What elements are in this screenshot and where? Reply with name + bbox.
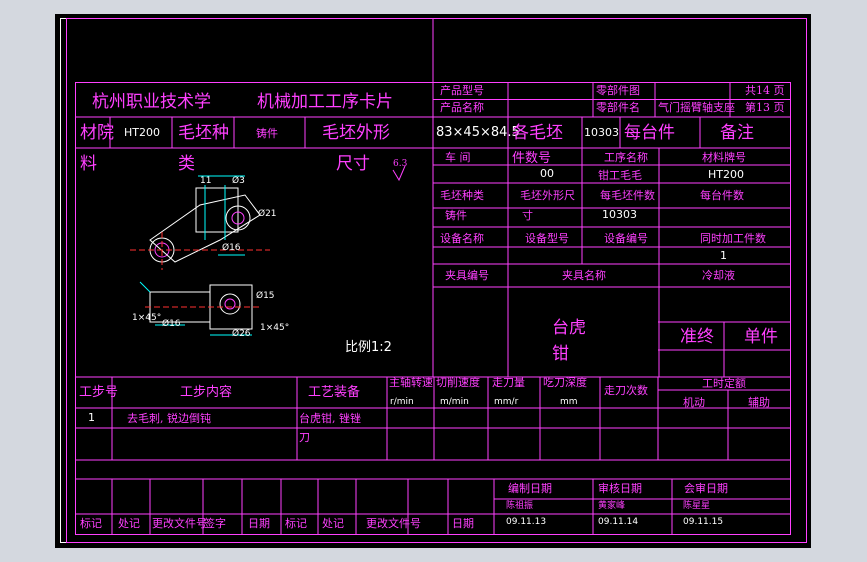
blank-type-label: 毛坯种 [178,123,229,143]
fixture-value-1: 台虎 [552,318,586,338]
step-no-header: 工步号 [79,385,119,400]
passes-header: 走刀次数 [604,384,648,397]
liao-label: 料 [80,154,97,174]
finish-label: 准终 [680,327,714,347]
review-date-value: 09.11.14 [598,517,639,527]
unit-mmr: mm/r [494,397,519,407]
aux-time-header: 辅助 [748,396,770,409]
countersign-date-value: 09.11.15 [683,517,724,527]
equipment-no-label: 设备编号 [604,232,648,245]
unit-rpm: r/min [390,397,414,407]
lei-label: 类 [178,154,195,174]
fixture-name-label: 夹具名称 [562,269,606,282]
tooling-header: 工艺装备 [308,385,361,400]
step-row-tool-1: 台虎钳, 锉锉 [299,412,361,425]
machine-time-header: 机动 [683,396,705,409]
blank-shape-label: 毛坯外形 [322,123,390,143]
cun-label: 寸 [522,209,533,222]
roughness-value: 6.3 [393,159,408,169]
process-name-value: 钳工毛毛 [598,169,642,182]
date-label-2: 日期 [452,517,474,530]
change-doc-label-1: 更改文件号 [152,517,207,530]
dim-d3: Ø3 [232,176,245,186]
dim-d16: Ø16 [222,243,241,253]
material-grade-label: 材料牌号 [702,151,746,164]
casting-label: 铸件 [256,127,278,140]
product-name-label: 产品名称 [440,101,484,114]
per-blank-count-label: 每毛坯件数 [600,189,655,202]
countersigner-name: 陈星星 [683,501,711,511]
material-number: HT200 [124,126,160,139]
page-number: 第13 页 [745,101,785,114]
spindle-speed-header: 主轴转速 [389,376,433,389]
blank-shape-size-label: 毛坯外形尺 [520,189,575,202]
part-drawing [130,175,270,336]
count-value: 10303 [584,126,619,139]
scale-label: 比例1:2 [345,340,392,355]
blank-size-value: 83×45×84.5 [436,125,520,140]
equipment-name-label: 设备名称 [440,232,484,245]
unit-mpm: m/min [440,397,469,407]
unit-mm: mm [560,397,578,407]
dim-d16-lower: Ø16 [162,319,181,329]
cutting-speed-header: 切削速度 [436,376,480,389]
part-name-label: 零部件名 [596,101,640,114]
reviewer-name: 黄家峰 [598,501,626,511]
process-no-value: 00 [540,167,554,180]
dim-chamfer-2: 1×45° [260,323,290,333]
dim-11: 11 [200,176,212,186]
compiler-name: 陈祖振 [506,501,534,511]
per-machine-label: 每台件 [624,123,675,143]
college-label: 材院 [80,123,114,143]
workshop-label: 车 间 [445,151,471,164]
material-grade-value: HT200 [708,168,744,181]
blank-count-value: 10303 [602,208,637,221]
part-name-value: 气门摇臂轴支座 [658,101,735,114]
remark-label: 备注 [720,123,754,143]
size-label: 尺寸 [336,154,370,174]
blank-kind-label: 毛坯种类 [440,189,484,202]
coolant-label: 冷却液 [702,269,735,282]
dim-chamfer-1: 1×45° [132,313,162,323]
compile-date-label: 编制日期 [508,482,552,495]
per-machine-count-label: 每台件数 [700,189,744,202]
total-pages: 共14 页 [745,84,785,97]
step-row-content: 去毛刺, 锐边倒钝 [127,412,211,425]
casting-value: 铸件 [445,209,467,222]
process-card-frame [60,18,807,543]
change-doc-label-2: 更改文件号 [366,517,421,530]
date-label-1: 日期 [248,517,270,530]
process-name-label: 工序名称 [604,151,648,164]
countersign-date-label: 会审日期 [684,482,728,495]
compile-date-value: 09.11.13 [506,517,547,527]
per-blank-label: 各毛坯 [512,123,563,143]
place-label-2: 处记 [322,517,344,530]
fixture-value-2: 钳 [552,344,569,364]
review-date-label: 审核日期 [598,482,642,495]
feed-header: 走刀量 [492,376,525,389]
dim-d26: Ø26 [232,329,251,339]
depth-header: 吃刀深度 [543,376,587,389]
step-row-tool-2: 刀 [299,431,310,444]
product-model-label: 产品型号 [440,84,484,97]
card-title: 机械加工工序卡片 [257,92,393,112]
part-drawing-label: 零部件图 [596,84,640,97]
simultaneous-label: 同时加工件数 [700,232,766,245]
mark-label-1: 标记 [80,517,102,530]
simultaneous-value: 1 [720,249,727,262]
place-label-1: 处记 [118,517,140,530]
process-no-label: 件数号 [512,151,552,166]
step-row-no: 1 [88,411,95,424]
equipment-model-label: 设备型号 [525,232,569,245]
signature-label-1: 签字 [204,517,226,530]
piece-label: 单件 [744,327,778,347]
time-quota-header: 工时定额 [702,377,746,390]
fixture-no-label: 夹具编号 [445,269,489,282]
school-name: 杭州职业技术学 [92,92,211,112]
step-content-header: 工步内容 [180,385,233,400]
mark-label-2: 标记 [285,517,307,530]
dim-d15: Ø15 [256,291,275,301]
dim-d21: Ø21 [258,209,277,219]
